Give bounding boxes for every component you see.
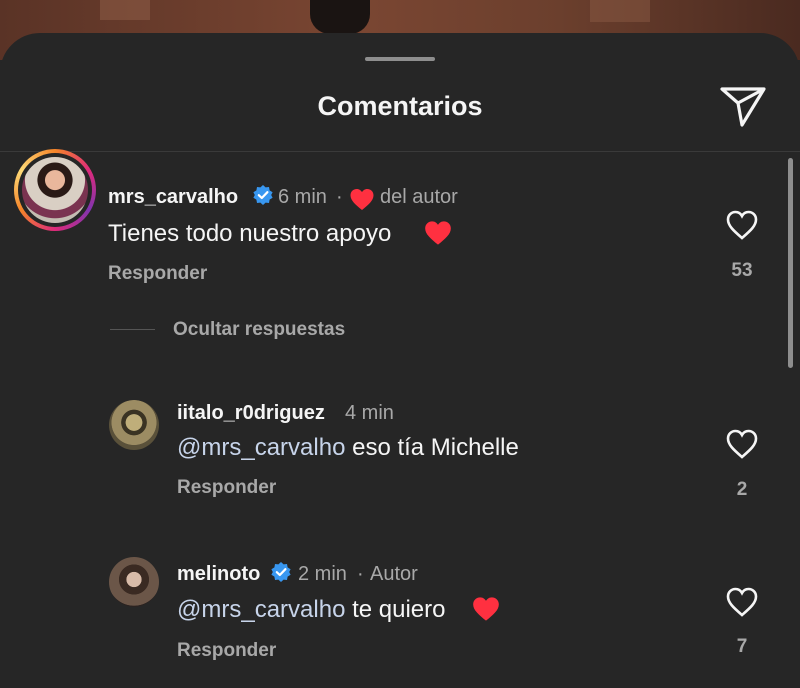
comment-time: 6 min xyxy=(278,186,327,208)
heart-emoji-icon xyxy=(473,597,499,621)
reply-button[interactable]: Responder xyxy=(177,477,276,499)
reply-username[interactable]: iitalo_r0driguez xyxy=(177,402,325,425)
avatar-story-ring[interactable] xyxy=(14,149,96,231)
like-count: 2 xyxy=(736,479,748,500)
meta-separator: · xyxy=(336,186,343,208)
mention-link[interactable]: @mrs_carvalho xyxy=(177,434,345,461)
avatar[interactable] xyxy=(109,400,159,450)
avatar[interactable] xyxy=(109,557,159,607)
replies-divider xyxy=(110,329,155,330)
verified-badge-icon xyxy=(253,185,273,205)
header-divider xyxy=(0,151,800,152)
mention-link[interactable]: @mrs_carvalho xyxy=(177,596,345,623)
author-tag: Autor xyxy=(370,563,418,585)
verified-badge-icon xyxy=(271,562,291,582)
comment-text: Tienes todo nuestro apoyo xyxy=(108,220,392,247)
scrollbar[interactable] xyxy=(788,158,793,368)
avatar xyxy=(22,157,88,223)
reply-button[interactable]: Responder xyxy=(108,263,207,285)
meta-separator: · xyxy=(357,563,364,585)
like-count: 7 xyxy=(736,636,748,657)
like-heart-icon[interactable] xyxy=(725,209,759,241)
share-send-icon[interactable] xyxy=(718,83,768,129)
reply-time: 2 min xyxy=(298,563,347,585)
photo-figure xyxy=(310,0,370,34)
like-heart-icon[interactable] xyxy=(725,428,759,460)
author-liked-heart-icon xyxy=(350,189,374,210)
photo-detail xyxy=(100,0,150,20)
reply-text: @mrs_carvalho eso tía Michelle xyxy=(177,434,519,461)
reply-time: 4 min xyxy=(345,402,394,424)
reply-username[interactable]: melinoto xyxy=(177,563,260,586)
author-like-label: del autor xyxy=(380,186,458,208)
drag-handle[interactable] xyxy=(365,57,435,61)
comment-username[interactable]: mrs_carvalho xyxy=(108,186,238,209)
like-heart-icon[interactable] xyxy=(725,586,759,618)
sheet-title: Comentarios xyxy=(317,91,483,121)
reply-button[interactable]: Responder xyxy=(177,640,276,662)
heart-emoji-icon xyxy=(425,221,451,245)
like-count: 53 xyxy=(731,260,753,281)
photo-detail xyxy=(590,0,650,22)
reply-text: @mrs_carvalho te quiero xyxy=(177,596,446,623)
hide-replies-button[interactable]: Ocultar respuestas xyxy=(173,319,345,341)
